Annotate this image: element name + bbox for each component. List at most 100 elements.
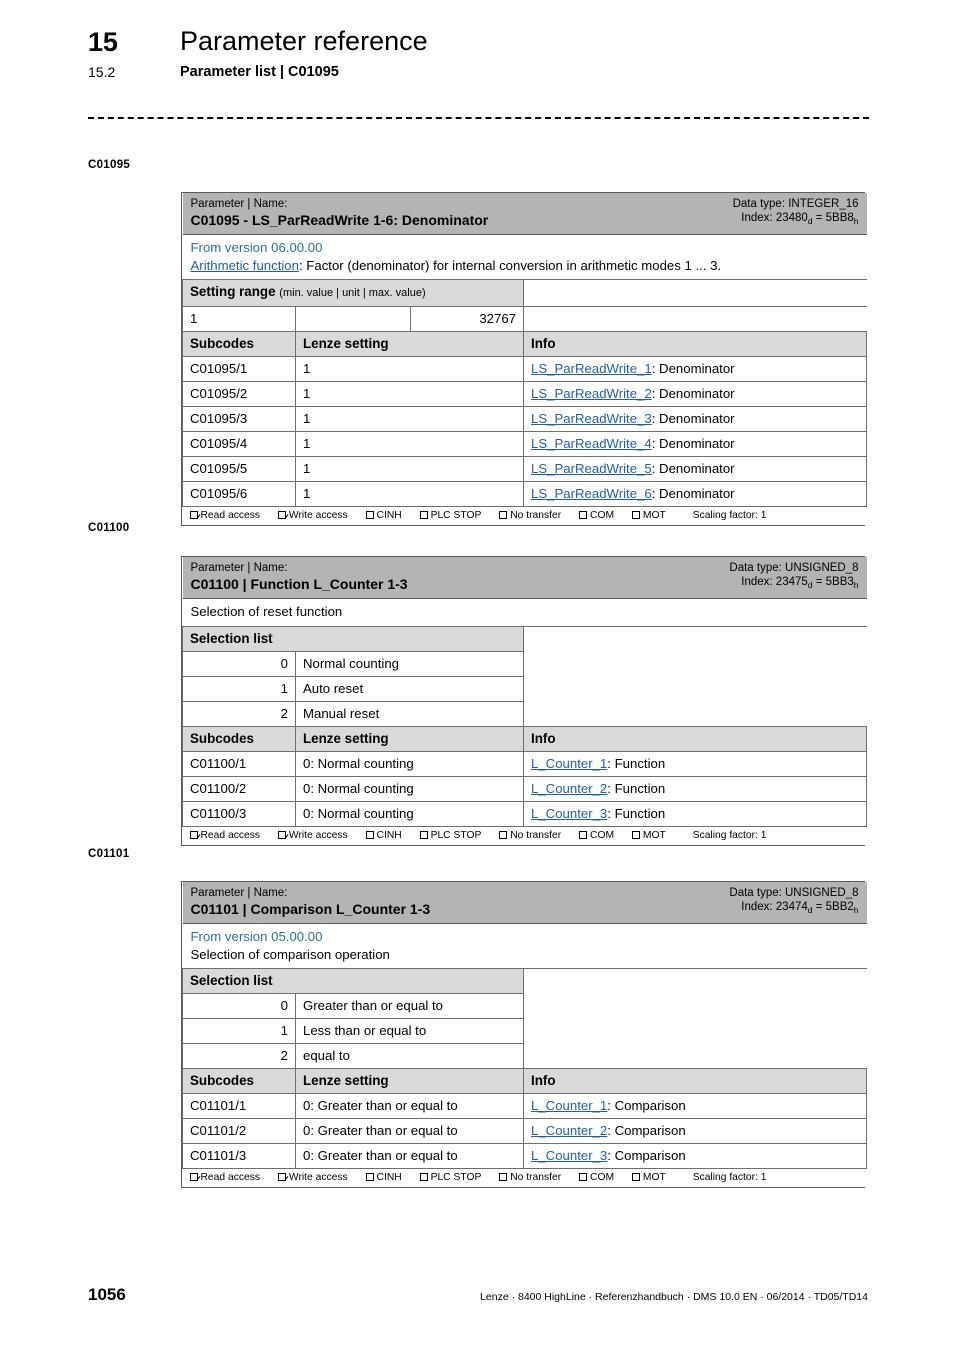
table-row: C01095/2 1 LS_ParReadWrite_2: Denominato… — [182, 381, 868, 407]
lenze-setting-cell: 1 — [294, 406, 525, 432]
lenze-setting-cell: 1 — [294, 431, 525, 457]
subcode-cell: C01101/1 — [182, 1093, 296, 1119]
setting-range-note: (min. value | unit | max. value) — [279, 287, 426, 299]
data-type: Data type: UNSIGNED_8 — [729, 887, 859, 899]
info-link[interactable]: LS_ParReadWrite_5 — [531, 461, 652, 476]
access-cinh: CINH — [365, 829, 402, 843]
subcodes-header-row: Subcodes Lenze setting Info — [182, 331, 868, 357]
checkbox-empty-icon — [631, 1173, 640, 1181]
from-version: From version 05.00.00 — [190, 929, 323, 944]
info-link[interactable]: LS_ParReadWrite_1 — [531, 361, 652, 376]
lenze-setting-cell: 0: Greater than or equal to — [295, 1093, 524, 1119]
selection-text: Manual reset — [294, 700, 525, 727]
info-cell: LS_ParReadWrite_1: Denominator — [523, 356, 868, 382]
arithmetic-function-link[interactable]: Arithmetic function — [191, 258, 299, 273]
info-cell: LS_ParReadWrite_6: Denominator — [523, 481, 868, 507]
margin-label-c01095: C01095 — [88, 159, 131, 171]
subcode-cell: C01095/1 — [182, 356, 296, 382]
selection-list-header-row: Selection list — [181, 625, 867, 726]
info-link[interactable]: LS_ParReadWrite_3 — [531, 411, 652, 426]
access-cinh: CINH — [365, 1171, 402, 1185]
subcode-cell: C01095/2 — [182, 381, 296, 407]
info-header: Info — [523, 331, 868, 357]
parameter-table-c01101: Parameter | Name: C01101 | Comparison L_… — [181, 881, 867, 1188]
subcode-cell: C01100/2 — [182, 775, 296, 802]
data-type: Data type: UNSIGNED_8 — [729, 562, 859, 574]
subcode-cell: C01101/3 — [182, 1143, 296, 1169]
scaling-factor: Scaling factor: 1 — [692, 510, 767, 521]
param-name-label: Parameter | Name: — [190, 887, 288, 899]
checkbox-checked-icon — [277, 511, 286, 519]
selection-index: 1 — [182, 1018, 296, 1044]
lenze-setting-cell: 1 — [294, 481, 525, 507]
param-name-label: Parameter | Name: — [190, 198, 288, 210]
parameter-name: C01101 | Comparison L_Counter 1-3 — [190, 901, 431, 917]
selection-index: 0 — [182, 650, 296, 677]
info-link[interactable]: LS_ParReadWrite_4 — [531, 436, 652, 451]
access-no-transfer: No transfer — [499, 509, 561, 523]
table-row: C01101/3 0: Greater than or equal to L_C… — [182, 1143, 867, 1169]
info-cell: L_Counter_1: Comparison — [523, 1093, 867, 1119]
access-mot: MOT — [631, 1171, 666, 1185]
table-title-band: Parameter | Name: C01101 | Comparison L_… — [182, 882, 867, 924]
info-link[interactable]: L_Counter_1 — [531, 756, 607, 771]
info-link[interactable]: LS_ParReadWrite_2 — [531, 386, 652, 401]
selection-list-header-row: Selection list — [182, 968, 867, 1069]
table-title-band: Parameter | Name: C01100 | Function L_Co… — [182, 557, 867, 599]
info-link[interactable]: L_Counter_2 — [531, 781, 607, 796]
subcode-cell: C01095/3 — [182, 406, 296, 432]
section-title: Parameter list | C01095 — [180, 64, 339, 80]
info-cell: LS_ParReadWrite_3: Denominator — [523, 406, 868, 432]
info-link[interactable]: L_Counter_3 — [531, 806, 607, 821]
selection-index: 0 — [182, 993, 296, 1019]
info-link[interactable]: L_Counter_2 — [531, 1123, 607, 1138]
checkbox-empty-icon — [365, 830, 374, 839]
access-read: Read access — [189, 509, 260, 523]
table-row: C01100/2 0: Normal counting L_Counter_2:… — [182, 775, 868, 802]
access-read: Read access — [189, 1171, 260, 1185]
access-read: Read access — [189, 829, 260, 843]
checkbox-empty-icon — [579, 1173, 588, 1181]
checkbox-empty-icon — [499, 1173, 508, 1181]
setting-range-label: Setting range — [190, 284, 276, 299]
lenze-setting-cell: 1 — [294, 456, 525, 482]
access-write: Write access — [277, 829, 348, 843]
selection-text: equal to — [295, 1043, 524, 1069]
table-row: C01095/6 1 LS_ParReadWrite_6: Denominato… — [182, 481, 868, 507]
subcodes-header-row: Subcodes Lenze setting Info — [182, 1068, 867, 1094]
info-link[interactable]: LS_ParReadWrite_6 — [531, 486, 652, 501]
access-com: COM — [579, 509, 614, 523]
checkbox-empty-icon — [419, 1173, 428, 1181]
setting-range-empty-cell-2 — [523, 306, 867, 332]
access-cinh: CINH — [365, 509, 402, 523]
lenze-setting-header: Lenze setting — [295, 1068, 524, 1094]
parameter-table-c01095: Parameter | Name: C01095 - LS_ParReadWri… — [181, 192, 868, 526]
page-number: 1056 — [88, 1285, 126, 1304]
header-divider — [88, 117, 869, 119]
lenze-setting-cell: 0: Greater than or equal to — [295, 1118, 524, 1144]
info-cell: L_Counter_2: Function — [523, 775, 868, 802]
table-title-band: Parameter | Name: C01095 - LS_ParReadWri… — [182, 193, 867, 235]
selection-text: Less than or equal to — [295, 1018, 524, 1044]
section-number: 15.2 — [88, 64, 116, 80]
lenze-setting-header: Lenze setting — [294, 725, 525, 752]
margin-label-c01101: C01101 — [88, 848, 130, 860]
info-cell: L_Counter_3: Comparison — [523, 1143, 867, 1169]
info-link[interactable]: L_Counter_3 — [531, 1148, 607, 1163]
access-no-transfer: No transfer — [499, 829, 561, 843]
lenze-setting-cell: 1 — [294, 381, 525, 407]
table-description-band: From version 06.00.00 Arithmetic functio… — [182, 234, 867, 280]
access-write: Write access — [277, 1171, 348, 1185]
setting-min-value: 1 — [182, 306, 296, 332]
checkbox-empty-icon — [365, 1173, 374, 1181]
lenze-setting-cell: 0: Normal counting — [294, 750, 525, 777]
info-link[interactable]: L_Counter_1 — [531, 1098, 607, 1113]
subcode-cell: C01095/6 — [182, 481, 296, 507]
access-footer-row: Read access Write access CINH PLC STOP N… — [182, 1168, 867, 1187]
selection-index: 1 — [182, 675, 296, 702]
parameter-table-c01100: Parameter | Name: C01100 | Function L_Co… — [181, 556, 868, 846]
checkbox-checked-icon — [189, 830, 198, 839]
checkbox-empty-icon — [419, 830, 428, 839]
setting-range-header-row: Setting range (min. value | unit | max. … — [181, 279, 867, 307]
access-mot: MOT — [631, 509, 666, 523]
